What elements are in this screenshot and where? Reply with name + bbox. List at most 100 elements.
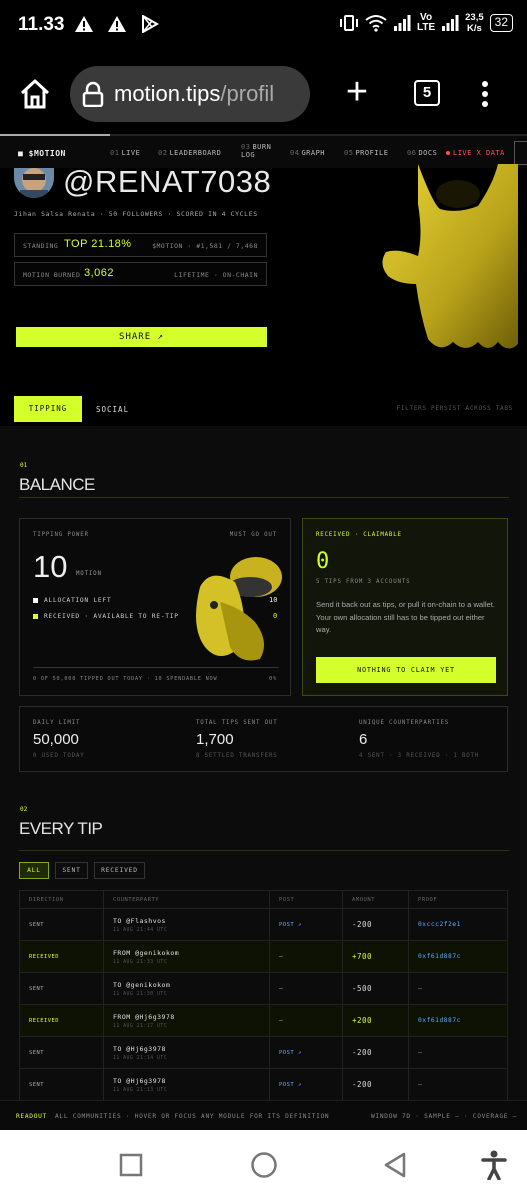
tab-social[interactable]: SOCIAL xyxy=(96,405,129,414)
legend-swatch xyxy=(33,613,38,619)
live-dot-icon xyxy=(446,151,450,155)
nav-label: LIVE xyxy=(121,149,141,157)
cell-post: POST ↗ xyxy=(269,1068,343,1101)
cell-direction: SENT xyxy=(19,972,104,1005)
column-header: POST xyxy=(269,890,343,909)
system-nav-bar xyxy=(0,1130,527,1200)
counterparty-name: TO @Hj6g3978 xyxy=(113,1044,166,1053)
profile-handle: @RENAT7038 xyxy=(63,164,272,199)
url-field[interactable]: motion.tips/profil xyxy=(70,66,310,122)
power-note: MUST GO OUT xyxy=(229,532,277,538)
table-row[interactable]: SENT TO @Hj6g3978 11 AUG 21:14 UTC POST ↗… xyxy=(19,1036,508,1069)
status-right: Vo LTE 23,5 K/s 32 xyxy=(339,12,513,34)
nav-item-docs[interactable]: 06 DOCS xyxy=(407,149,437,157)
cell-amount: -500 xyxy=(342,972,409,1005)
table-row[interactable]: SENT TO @genikokom 11 AUG 21:30 UTC — -50… xyxy=(19,972,508,1005)
post-link[interactable]: POST ↗ xyxy=(279,922,302,928)
cell-post: — xyxy=(269,1004,343,1037)
share-button[interactable]: SHARE ↗ xyxy=(16,327,267,347)
proof-link[interactable]: 0xf61d887c xyxy=(418,953,461,960)
filter-all[interactable]: ALL xyxy=(19,862,49,879)
divider xyxy=(19,497,509,498)
tab-switcher-button[interactable]: 5 xyxy=(414,80,440,106)
nav-num: 01 xyxy=(110,149,120,157)
stat-label: UNIQUE COUNTERPARTIES xyxy=(359,720,450,726)
home-circle-icon[interactable] xyxy=(250,1151,278,1179)
live-data-label: LIVE X DATA xyxy=(453,149,505,157)
standing-rank: $MOTION · #1,581 / 7,468 xyxy=(152,242,258,250)
table-row[interactable]: SENT TO @Flashvos 11 AUG 21:44 UTC POST ↗… xyxy=(19,908,508,941)
live-data-indicator[interactable]: LIVE X DATA xyxy=(446,149,505,157)
filter-received[interactable]: RECEIVED xyxy=(94,862,145,879)
post-empty: — xyxy=(279,953,284,960)
direction-label: SENT xyxy=(29,1050,44,1056)
more-icon[interactable] xyxy=(478,80,492,108)
tip-timestamp: 11 AUG 21:17 UTC xyxy=(113,1023,168,1029)
stat-sub: 8 SETTLED TRANSFERS xyxy=(196,753,278,759)
tab-tipping[interactable]: TIPPING xyxy=(14,396,82,422)
nav-label: LEADERBOARD xyxy=(169,149,222,157)
tip-amount: +200 xyxy=(352,1016,373,1025)
table-row[interactable]: SENT TO @Hj6g3978 11 AUG 21:13 UTC POST ↗… xyxy=(19,1068,508,1101)
direction-label: SENT xyxy=(29,986,44,992)
url-path: /profil xyxy=(220,81,275,106)
cell-direction: SENT xyxy=(19,908,104,941)
play-store-icon xyxy=(142,15,160,33)
alloc-value: 10 xyxy=(269,596,278,604)
cell-counterparty: TO @genikokom 11 AUG 21:30 UTC xyxy=(103,972,270,1005)
counterparty-name: FROM @genikokom xyxy=(113,948,180,957)
cell-proof: 0xf61d887c xyxy=(408,940,508,973)
counterparty-name: TO @Flashvos xyxy=(113,916,166,925)
cell-counterparty: TO @Hj6g3978 11 AUG 21:14 UTC xyxy=(103,1036,270,1069)
status-bar: 11.33 Vo LTE 23,5 K/s 32 xyxy=(0,0,527,52)
nav-item-live[interactable]: 01 LIVE xyxy=(110,149,140,157)
nav-label: GRAPH xyxy=(301,149,326,157)
counterparty-name: FROM @Hj6g3978 xyxy=(113,1012,175,1021)
progress-label: 0 OF 50,000 TIPPED OUT TODAY · 10 SPENDA… xyxy=(33,676,218,682)
recent-apps-icon[interactable] xyxy=(119,1153,143,1177)
accessibility-icon[interactable] xyxy=(481,1150,507,1180)
standing-box: STANDING TOP 21.18% $MOTION · #1,581 / 7… xyxy=(14,233,267,257)
proof-link[interactable]: 0xccc2f2e1 xyxy=(418,921,461,928)
readout-bar: READOUT ALL COMMUNITIES · HOVER OR FOCUS… xyxy=(0,1100,527,1130)
standing-label: STANDING xyxy=(23,242,59,250)
cell-amount: -200 xyxy=(342,1036,409,1069)
cell-proof: 0xf61d887c xyxy=(408,1004,508,1037)
power-unit: MOTION xyxy=(76,571,102,577)
tip-timestamp: 11 AUG 21:33 UTC xyxy=(113,959,168,965)
progress-percent: 0% xyxy=(269,676,277,682)
every-tip-title: EVERY TIP xyxy=(19,819,103,838)
nav-item-graph[interactable]: 04 GRAPH xyxy=(290,149,325,157)
claim-sub: 5 TIPS FROM 3 ACCOUNTS xyxy=(316,579,411,585)
cell-direction: RECEIVED xyxy=(19,1004,104,1037)
cell-post: POST ↗ xyxy=(269,908,343,941)
post-link[interactable]: POST ↗ xyxy=(279,1050,302,1056)
post-link[interactable]: POST ↗ xyxy=(279,1082,302,1088)
nav-item-burn-log[interactable]: 03 BURN LOG xyxy=(241,143,271,159)
readout-message: ALL COMMUNITIES · HOVER OR FOCUS ANY MOD… xyxy=(55,1113,330,1120)
counterparty-name: TO @Hj6g3978 xyxy=(113,1076,166,1085)
cell-counterparty: FROM @Hj6g3978 11 AUG 21:17 UTC xyxy=(103,1004,270,1037)
table-row[interactable]: RECEIVED FROM @Hj6g3978 11 AUG 21:17 UTC … xyxy=(19,1004,508,1037)
warning-icon xyxy=(75,16,93,32)
nav-num: 04 xyxy=(290,149,300,157)
home-icon[interactable] xyxy=(18,77,52,111)
tipping-power-card: TIPPING POWER MUST GO OUT 10 MOTION ALLO… xyxy=(19,518,291,696)
stat-sub: 0 USED TODAY xyxy=(33,753,85,759)
nav-item-leaderboard[interactable]: 02 LEADERBOARD xyxy=(158,149,221,157)
post-empty: — xyxy=(279,985,284,992)
cell-direction: RECEIVED xyxy=(19,940,104,973)
claimable-card: RECEIVED · CLAIMABLE 0 5 TIPS FROM 3 ACC… xyxy=(302,518,508,696)
nav-accent-line xyxy=(0,134,110,136)
proof-link[interactable]: 0xf61d887c xyxy=(418,1017,461,1024)
filter-sent[interactable]: SENT xyxy=(55,862,88,879)
table-row[interactable]: RECEIVED FROM @genikokom 11 AUG 21:33 UTC… xyxy=(19,940,508,973)
back-icon[interactable] xyxy=(382,1152,408,1178)
brand-logo[interactable]: ■ $MOTION xyxy=(18,149,66,158)
section-number: 02 xyxy=(20,806,28,813)
plus-icon[interactable]: + xyxy=(342,73,372,111)
cell-amount: +200 xyxy=(342,1004,409,1037)
nav-item-profile[interactable]: 05 PROFILE xyxy=(344,149,388,157)
claim-button[interactable]: NOTHING TO CLAIM YET xyxy=(316,657,496,683)
nav-cta-edge[interactable] xyxy=(514,141,527,165)
